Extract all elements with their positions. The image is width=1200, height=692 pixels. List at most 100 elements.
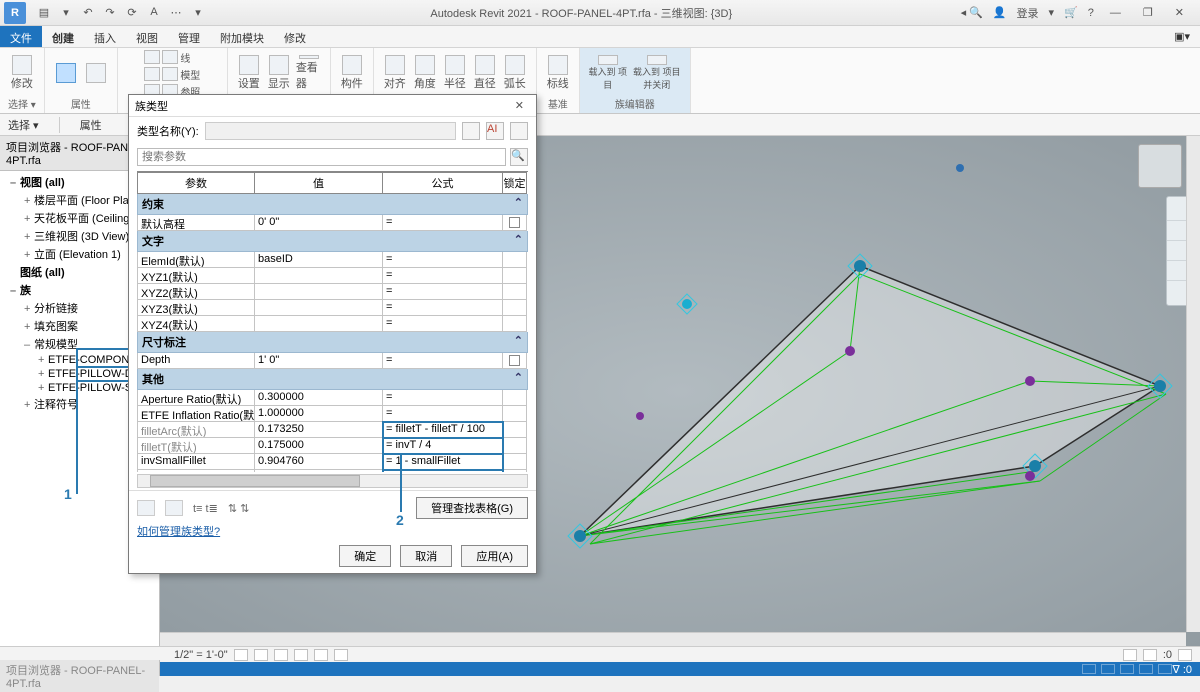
qat-sync-icon[interactable]: ⟳ xyxy=(124,6,140,19)
grid-row[interactable]: Aperture Ratio(默认)0.300000= xyxy=(137,390,528,406)
col-lock[interactable]: 锁定 xyxy=(503,172,527,194)
maximize-button[interactable]: ❐ xyxy=(1137,6,1159,19)
col-value[interactable]: 值 xyxy=(255,172,383,194)
grid-row[interactable]: XYZ4(默认)= xyxy=(137,316,528,332)
grid-row[interactable]: ETFE Inflation Ratio(默认)1.000000= xyxy=(137,406,528,422)
sb2-icon2[interactable] xyxy=(1101,664,1115,674)
show-button[interactable]: 显示 xyxy=(266,55,292,91)
qat-drop-icon[interactable]: ▾ xyxy=(190,6,206,19)
opt-properties[interactable]: 属性 xyxy=(59,117,102,133)
dialog-h-scroll[interactable] xyxy=(137,474,528,488)
close-button[interactable]: ✕ xyxy=(1169,6,1190,19)
grid-row[interactable]: XYZ2(默认)= xyxy=(137,284,528,300)
new-type-icon[interactable] xyxy=(462,122,480,140)
component-button[interactable]: 构件 xyxy=(339,55,365,91)
sb-filter-icon[interactable] xyxy=(1143,649,1157,661)
minimize-button[interactable]: — xyxy=(1104,7,1127,19)
sb-crop-icon[interactable] xyxy=(294,649,308,661)
sb2-icon5[interactable] xyxy=(1158,664,1172,674)
grid-section[interactable]: 文字⌃ xyxy=(137,231,528,252)
line-icon[interactable] xyxy=(144,50,160,64)
load-project-button[interactable]: 载入到 项目 xyxy=(588,55,628,91)
sb-visual-style-icon[interactable] xyxy=(234,649,248,661)
grid-section[interactable]: 其他⌃ xyxy=(137,369,528,390)
parameter-grid[interactable]: 参数 值 公式 锁定 约束⌃默认高程0' 0"=文字⌃ElemId(默认)bas… xyxy=(137,171,528,472)
cancel-button[interactable]: 取消 xyxy=(400,545,452,567)
dialog-close-icon[interactable]: ✕ xyxy=(509,99,530,112)
opt-select[interactable]: 选择 ▾ xyxy=(8,117,39,133)
radial-button[interactable]: 半径 xyxy=(442,55,468,91)
ribbon-collapse-icon[interactable]: ▣▾ xyxy=(1164,26,1200,47)
align-button[interactable]: 对齐 xyxy=(382,55,408,91)
tab-insert[interactable]: 插入 xyxy=(84,26,126,47)
arc-len-button[interactable]: 弧长 xyxy=(502,55,528,91)
grid-section[interactable]: 尺寸标注⌃ xyxy=(137,332,528,353)
edit-param-icon[interactable] xyxy=(165,500,183,516)
dropdown-icon[interactable]: ▾ xyxy=(1049,6,1055,19)
tab-manage[interactable]: 管理 xyxy=(168,26,210,47)
grid-row[interactable]: ElemId(默认)baseID= xyxy=(137,252,528,268)
arc-icon[interactable] xyxy=(144,67,160,81)
sb-link-icon[interactable] xyxy=(1123,649,1137,661)
viewer-button[interactable]: 查看器 xyxy=(296,55,322,91)
tab-modify[interactable]: 修改 xyxy=(274,26,316,47)
help-icon[interactable]: ? xyxy=(1088,7,1094,19)
diameter-button[interactable]: 直径 xyxy=(472,55,498,91)
tab-file[interactable]: 文件 xyxy=(0,26,42,47)
user-icon[interactable]: 👤 xyxy=(993,6,1007,19)
modify-button[interactable]: 修改 xyxy=(9,55,35,91)
properties-button[interactable] xyxy=(53,55,79,91)
grid-row[interactable]: XYZ3(默认)= xyxy=(137,300,528,316)
grid-row[interactable]: 默认高程0' 0"= xyxy=(137,215,528,231)
load-project-close-button[interactable]: 载入到 项目并关闭 xyxy=(632,55,682,91)
sb2-icon4[interactable] xyxy=(1139,664,1153,674)
rect-icon[interactable] xyxy=(162,50,178,64)
sb2-icon3[interactable] xyxy=(1120,664,1134,674)
sb-reveal-icon[interactable] xyxy=(334,649,348,661)
sb-hide-icon[interactable] xyxy=(314,649,328,661)
sb-shadow-icon[interactable] xyxy=(274,649,288,661)
circle-icon[interactable] xyxy=(162,67,178,81)
search-icon[interactable]: 🔍 xyxy=(510,148,528,166)
grid-row[interactable]: Depth1' 0"= xyxy=(137,353,528,369)
grid-section[interactable]: 约束⌃ xyxy=(137,194,528,215)
delete-type-icon[interactable] xyxy=(510,122,528,140)
qat-more-icon[interactable]: ⋯ xyxy=(168,6,184,19)
vertical-scrollbar[interactable] xyxy=(1186,136,1200,632)
tab-addins[interactable]: 附加模块 xyxy=(210,26,274,47)
manage-lookup-button[interactable]: 管理查找表格(G) xyxy=(416,497,528,519)
tab-create[interactable]: 创建 xyxy=(42,26,84,47)
sb-sun-icon[interactable] xyxy=(254,649,268,661)
col-formula[interactable]: 公式 xyxy=(383,172,503,194)
set-button[interactable]: 设置 xyxy=(236,55,262,91)
type-name-input[interactable] xyxy=(205,122,456,140)
angular-button[interactable]: 角度 xyxy=(412,55,438,91)
grid-row[interactable]: filletT(默认)0.175000= invT / 4 xyxy=(137,438,528,454)
rename-type-icon[interactable]: AI xyxy=(486,122,504,140)
search-input[interactable] xyxy=(137,148,506,166)
search-icon[interactable]: ◂ 🔍 xyxy=(961,6,983,19)
tab-view[interactable]: 视图 xyxy=(126,26,168,47)
grid-row[interactable]: filletArc(默认)0.173250= filletT - filletT… xyxy=(137,422,528,438)
howto-link[interactable]: 如何管理族类型? xyxy=(137,526,220,538)
viewcube[interactable] xyxy=(1138,144,1182,188)
ref-line-button[interactable]: 标线 xyxy=(545,55,571,91)
qat-open-icon[interactable]: ▤ xyxy=(36,6,52,19)
grid-row[interactable]: invFilletT(默认)0.825000= 1 - filletT xyxy=(137,470,528,472)
family-types-button[interactable] xyxy=(83,55,109,91)
qat-save-icon[interactable]: ▾ xyxy=(58,6,74,19)
login-label[interactable]: 登录 xyxy=(1017,5,1039,21)
grid-row[interactable]: XYZ1(默认)= xyxy=(137,268,528,284)
qat-print-icon[interactable]: A xyxy=(146,6,162,19)
sb2-icon1[interactable] xyxy=(1082,664,1096,674)
horizontal-scrollbar[interactable] xyxy=(160,632,1186,646)
new-param-icon[interactable] xyxy=(137,500,155,516)
zoom-scale[interactable]: 1/2" = 1'-0" xyxy=(174,649,228,661)
apply-button[interactable]: 应用(A) xyxy=(461,545,528,567)
dialog-titlebar[interactable]: 族类型 ✕ xyxy=(129,95,536,117)
grid-row[interactable]: invSmallFillet0.904760= 1 - smallFillet xyxy=(137,454,528,470)
col-param[interactable]: 参数 xyxy=(137,172,255,194)
sb-select-icon[interactable] xyxy=(1178,649,1192,661)
qat-undo-icon[interactable]: ↶ xyxy=(80,6,96,19)
ok-button[interactable]: 确定 xyxy=(339,545,391,567)
